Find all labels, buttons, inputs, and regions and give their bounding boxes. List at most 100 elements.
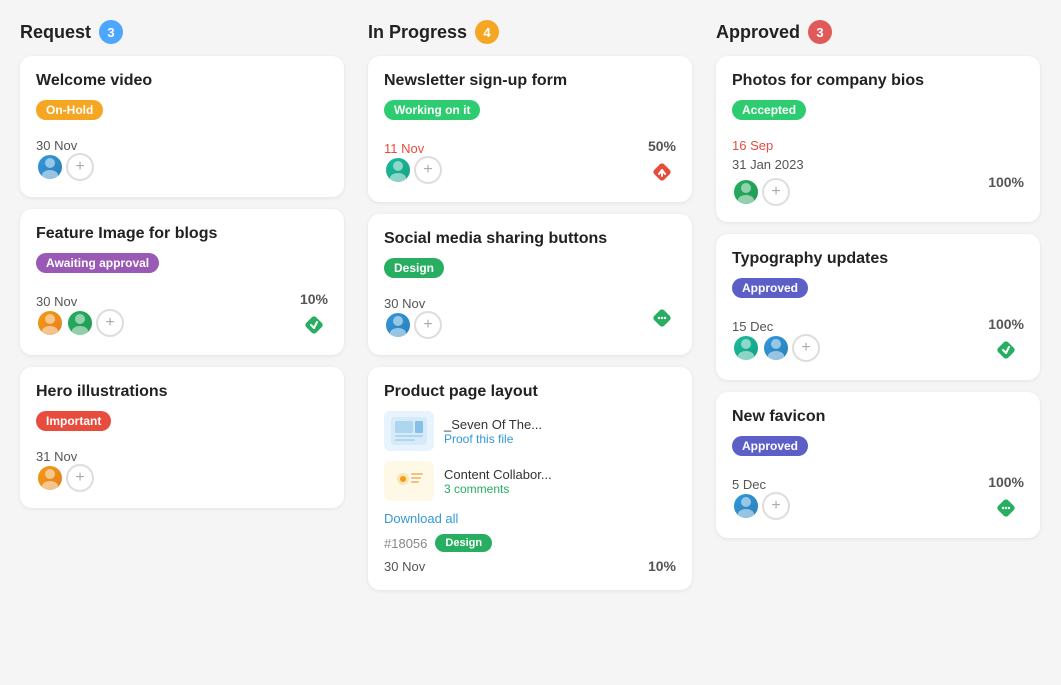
file-info: Content Collabor... 3 comments: [444, 467, 552, 496]
file-name: Content Collabor...: [444, 467, 552, 482]
card-title: Welcome video: [36, 72, 328, 90]
avatar: [36, 153, 64, 181]
add-avatar-button[interactable]: +: [414, 156, 442, 184]
tag-accepted: Accepted: [732, 100, 806, 120]
add-avatar-button[interactable]: +: [762, 178, 790, 206]
card-date: 30 Nov: [384, 559, 425, 574]
tag-on-hold: On-Hold: [36, 100, 103, 120]
card-social-media: Social media sharing buttons Design 30 N…: [368, 214, 692, 355]
card-footer: 30 Nov +: [36, 138, 328, 181]
card-title: Photos for company bios: [732, 72, 1024, 90]
card-favicon: New favicon Approved 5 Dec + 100%: [716, 392, 1040, 538]
column-title-request: Request: [20, 22, 91, 43]
card-footer: 11 Nov + 50%: [384, 138, 676, 186]
date-percent-row: 31 Jan 2023 + 100%: [732, 157, 1024, 206]
card-title: Hero illustrations: [36, 383, 328, 401]
card-typography: Typography updates Approved 15 Dec +: [716, 234, 1040, 380]
avatar: [384, 311, 412, 339]
card-date: 15 Dec: [732, 319, 820, 334]
badge-request: 3: [99, 20, 123, 44]
avatars: +: [384, 156, 442, 184]
tag-approved: Approved: [732, 436, 808, 456]
avatar: [732, 492, 760, 520]
card-footer: 5 Dec + 100%: [732, 474, 1024, 522]
avatars: +: [732, 178, 804, 206]
avatar: [36, 464, 64, 492]
status-icon: [648, 304, 676, 332]
tag-approved: Approved: [732, 278, 808, 298]
task-id-row: #18056 Design: [384, 534, 676, 552]
add-avatar-button[interactable]: +: [66, 464, 94, 492]
card-date: 31 Jan 2023: [732, 157, 804, 172]
card-title: Product page layout: [384, 383, 676, 401]
card-title: Typography updates: [732, 250, 1024, 268]
kanban-board: Request 3 Welcome video On-Hold 30 Nov +: [20, 20, 1040, 602]
card-product-page: Product page layout _Seven Of The... Pro…: [368, 367, 692, 590]
add-avatar-button[interactable]: +: [762, 492, 790, 520]
card-footer: 30 Nov 10%: [384, 558, 676, 574]
card-date: 31 Nov: [36, 449, 94, 464]
comments-link[interactable]: 3 comments: [444, 482, 552, 496]
file-item: Content Collabor... 3 comments: [384, 461, 676, 501]
card-feature-image: Feature Image for blogs Awaiting approva…: [20, 209, 344, 355]
download-all-link[interactable]: Download all: [384, 511, 676, 526]
tag-design: Design: [384, 258, 444, 278]
avatars: +: [732, 334, 820, 362]
file-thumbnail: [384, 411, 434, 451]
status-icon: [648, 158, 676, 186]
badge-in-progress: 4: [475, 20, 499, 44]
avatar: [762, 334, 790, 362]
card-percent: 100%: [988, 174, 1024, 190]
tag-working: Working on it: [384, 100, 480, 120]
add-avatar-button[interactable]: +: [414, 311, 442, 339]
add-avatar-button[interactable]: +: [96, 309, 124, 337]
card-date: 11 Nov: [384, 141, 442, 156]
avatars: +: [732, 492, 790, 520]
task-tag: Design: [435, 534, 492, 552]
avatar: [732, 178, 760, 206]
avatars: +: [384, 311, 442, 339]
card-hero-illustrations: Hero illustrations Important 31 Nov +: [20, 367, 344, 508]
card-title: Social media sharing buttons: [384, 230, 676, 248]
card-footer: 15 Dec + 100%: [732, 316, 1024, 364]
card-title: Newsletter sign-up form: [384, 72, 676, 90]
card-footer: 16 Sep 31 Jan 2023 + 100%: [732, 138, 1024, 206]
card-footer: 31 Nov +: [36, 449, 328, 492]
card-date-red: 16 Sep: [732, 138, 1024, 153]
column-title-in-progress: In Progress: [368, 22, 467, 43]
card-title: Feature Image for blogs: [36, 225, 328, 243]
card-newsletter: Newsletter sign-up form Working on it 11…: [368, 56, 692, 202]
card-percent: 100%: [988, 474, 1024, 490]
file-info: _Seven Of The... Proof this file: [444, 417, 542, 446]
status-icon: [992, 336, 1020, 364]
card-title: New favicon: [732, 408, 1024, 426]
card-date: 5 Dec: [732, 477, 790, 492]
avatars: +: [36, 464, 94, 492]
card-footer: 30 Nov +: [384, 296, 676, 339]
column-title-approved: Approved: [716, 22, 800, 43]
proof-file-link[interactable]: Proof this file: [444, 432, 542, 446]
add-avatar-button[interactable]: +: [66, 153, 94, 181]
column-header-in-progress: In Progress 4: [368, 20, 692, 44]
avatars: +: [36, 153, 94, 181]
column-approved: Approved 3 Photos for company bios Accep…: [716, 20, 1040, 602]
column-request: Request 3 Welcome video On-Hold 30 Nov +: [20, 20, 344, 602]
card-percent: 10%: [300, 291, 328, 307]
tag-important: Important: [36, 411, 111, 431]
avatars: +: [36, 309, 124, 337]
column-in-progress: In Progress 4 Newsletter sign-up form Wo…: [368, 20, 692, 602]
status-icon: [992, 494, 1020, 522]
card-photos: Photos for company bios Accepted 16 Sep …: [716, 56, 1040, 222]
file-item: _Seven Of The... Proof this file: [384, 411, 676, 451]
card-percent: 10%: [648, 558, 676, 574]
card-date: 30 Nov: [384, 296, 442, 311]
card-percent: 50%: [648, 138, 676, 154]
tag-awaiting: Awaiting approval: [36, 253, 159, 273]
add-avatar-button[interactable]: +: [792, 334, 820, 362]
file-thumbnail: [384, 461, 434, 501]
task-id: #18056: [384, 536, 427, 551]
avatar: [36, 309, 64, 337]
file-name: _Seven Of The...: [444, 417, 542, 432]
column-header-request: Request 3: [20, 20, 344, 44]
card-footer: 30 Nov + 10%: [36, 291, 328, 339]
